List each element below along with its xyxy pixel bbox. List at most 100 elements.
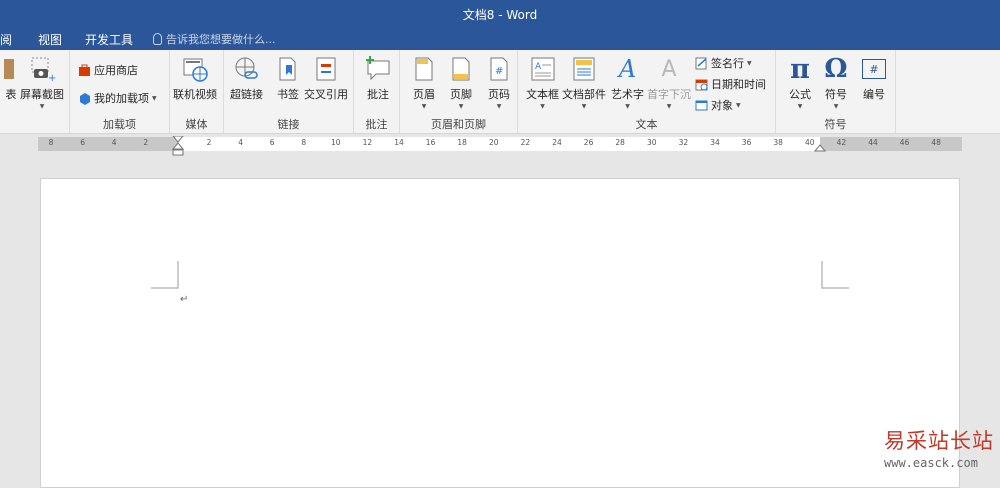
group-comments: 批注 批注 bbox=[354, 50, 400, 134]
ruler-number: 8 bbox=[48, 138, 54, 147]
store-button[interactable]: 应用商店 bbox=[78, 62, 138, 78]
calendar-icon bbox=[695, 79, 708, 90]
ruler-number: 6 bbox=[80, 138, 85, 147]
screenshot-icon: + bbox=[27, 54, 57, 84]
page-number-button[interactable]: # 页码 ▼ bbox=[484, 54, 514, 111]
ruler-number: 44 bbox=[868, 138, 878, 147]
group-header-footer: 页眉 ▼ 页脚 ▼ # 页码 ▼ 页眉和页脚 bbox=[400, 50, 518, 134]
comment-icon bbox=[363, 54, 393, 84]
ruler-number: 4 bbox=[238, 138, 243, 147]
chevron-down-icon: ▼ bbox=[666, 103, 672, 110]
ruler-number: 48 bbox=[931, 138, 941, 147]
svg-text:+: + bbox=[48, 73, 56, 83]
ruler-number: 36 bbox=[741, 138, 752, 147]
ruler-number: 2 bbox=[206, 138, 212, 147]
ruler-number: 30 bbox=[647, 138, 657, 147]
online-video-button[interactable]: 联机视频 bbox=[173, 54, 217, 102]
page-number-icon: # bbox=[484, 54, 514, 84]
online-video-icon bbox=[180, 54, 210, 84]
comment-button[interactable]: 批注 bbox=[363, 54, 393, 102]
tell-me-placeholder: 告诉我您想要做什么... bbox=[166, 33, 276, 46]
ruler-number: 38 bbox=[773, 138, 783, 147]
drop-cap-button[interactable]: A 首字下沉 ▼ bbox=[647, 54, 691, 111]
footer-button[interactable]: 页脚 ▼ bbox=[446, 54, 476, 111]
title-bar: 文档8 - Word bbox=[0, 0, 1000, 28]
chevron-down-icon: ▼ bbox=[581, 103, 587, 110]
document-page[interactable]: ↵ bbox=[40, 178, 960, 488]
bookmark-icon bbox=[273, 54, 303, 84]
group-text: A 文本框 ▼ 文档部件 ▼ A 艺术字 ▼ A 首字下沉 ▼ 签名行 ▼ 日期… bbox=[518, 50, 776, 134]
footer-icon bbox=[446, 54, 476, 84]
cross-reference-icon bbox=[311, 54, 341, 84]
ribbon: 表 + 屏幕截图 ▼ 应用商店 我的加载项 ▼ 加载项 联机视频 媒体 超链接 … bbox=[0, 50, 1000, 134]
chevron-down-icon: ▼ bbox=[152, 94, 157, 102]
numbering-button[interactable]: # 编号 bbox=[859, 54, 889, 102]
chevron-down-icon: ▼ bbox=[747, 59, 752, 67]
chevron-down-icon: ▼ bbox=[458, 103, 464, 110]
watermark-title: 易采站长站 bbox=[884, 429, 994, 453]
chevron-down-icon: ▼ bbox=[833, 103, 839, 110]
screenshot-button[interactable]: + 屏幕截图 ▼ bbox=[20, 54, 64, 111]
group-addins: 应用商店 我的加载项 ▼ 加载项 bbox=[70, 50, 170, 134]
ruler-number: 4 bbox=[111, 138, 117, 147]
ruler-number: 16 bbox=[425, 138, 436, 147]
store-icon bbox=[79, 64, 90, 76]
tell-me-box[interactable]: 告诉我您想要做什么... bbox=[153, 31, 276, 47]
window-title: 文档8 - Word bbox=[462, 7, 538, 22]
tab-view[interactable]: 视图 bbox=[38, 31, 62, 48]
ruler-number: 22 bbox=[520, 138, 531, 147]
symbol-button[interactable]: Ω 符号 ▼ bbox=[821, 54, 851, 111]
pi-icon: π bbox=[790, 53, 810, 85]
ruler-number: 18 bbox=[457, 138, 467, 147]
chevron-down-icon: ▼ bbox=[736, 101, 741, 109]
textbox-button[interactable]: A 文本框 ▼ bbox=[526, 54, 559, 111]
omega-icon: Ω bbox=[824, 54, 848, 84]
cross-reference-button[interactable]: 交叉引用 bbox=[304, 54, 348, 102]
tab-review[interactable]: 阅 bbox=[0, 31, 12, 48]
object-button[interactable]: 对象 ▼ bbox=[695, 97, 741, 113]
svg-text:A: A bbox=[535, 62, 542, 72]
indent-marker-icon[interactable] bbox=[172, 136, 184, 156]
right-indent-marker-icon[interactable] bbox=[814, 143, 826, 152]
group-symbols: π 公式 ▼ Ω 符号 ▼ # 编号 符号 bbox=[776, 50, 896, 134]
chevron-down-icon: ▼ bbox=[625, 103, 630, 110]
header-button[interactable]: 页眉 ▼ bbox=[409, 54, 439, 111]
date-time-button[interactable]: 日期和时间 bbox=[695, 76, 766, 92]
ruler-number: 2 bbox=[143, 138, 149, 147]
paragraph-mark: ↵ bbox=[180, 294, 189, 305]
ruler-number: 12 bbox=[362, 138, 373, 147]
ruler-number: 26 bbox=[583, 138, 594, 147]
ruler-number: 32 bbox=[678, 138, 689, 147]
svg-text:#: # bbox=[495, 66, 503, 77]
hyperlink-button[interactable]: 超链接 bbox=[230, 54, 263, 102]
tab-developer[interactable]: 开发工具 bbox=[85, 31, 133, 48]
group-links: 超链接 书签 交叉引用 链接 bbox=[224, 50, 354, 134]
wordart-button[interactable]: A 艺术字 ▼ bbox=[611, 54, 644, 111]
drop-cap-icon: A bbox=[661, 56, 677, 82]
ribbon-tabs: 阅 视图 开发工具 告诉我您想要做什么... bbox=[0, 28, 1000, 50]
group-label: 批注 bbox=[365, 118, 388, 131]
ruler-number: 14 bbox=[394, 138, 404, 147]
quick-parts-button[interactable]: 文档部件 ▼ bbox=[562, 54, 606, 111]
ruler-number: 8 bbox=[301, 138, 307, 147]
bookmark-button[interactable]: 书签 bbox=[273, 54, 303, 102]
group-label: 媒体 bbox=[185, 118, 208, 131]
group-media: 联机视频 媒体 bbox=[170, 50, 224, 134]
signature-line-button[interactable]: 签名行 ▼ bbox=[695, 55, 752, 71]
crop-mark-top-right bbox=[821, 261, 849, 289]
my-addins-button[interactable]: 我的加载项 ▼ bbox=[78, 90, 157, 106]
group-label: 符号 bbox=[824, 118, 847, 131]
chevron-down-icon: ▼ bbox=[421, 103, 427, 110]
equation-button[interactable]: π 公式 ▼ bbox=[785, 54, 815, 111]
horizontal-ruler[interactable]: 8 6 4 2 2 4 6 8 10 12 14 16 18 20 22 24 26 28 30 32 34 36 38 40… bbox=[38, 136, 962, 156]
crop-mark-top-left bbox=[151, 261, 179, 289]
group-label: 链接 bbox=[277, 118, 300, 131]
signature-icon bbox=[695, 57, 707, 69]
wordart-icon: A bbox=[618, 55, 637, 83]
group-label: 页眉和页脚 bbox=[431, 118, 486, 131]
chevron-down-icon: ▼ bbox=[540, 103, 545, 110]
chevron-down-icon: ▼ bbox=[496, 103, 502, 110]
ruler-number: 10 bbox=[331, 138, 341, 147]
chevron-down-icon: ▼ bbox=[797, 103, 803, 110]
addins-icon bbox=[80, 92, 90, 105]
